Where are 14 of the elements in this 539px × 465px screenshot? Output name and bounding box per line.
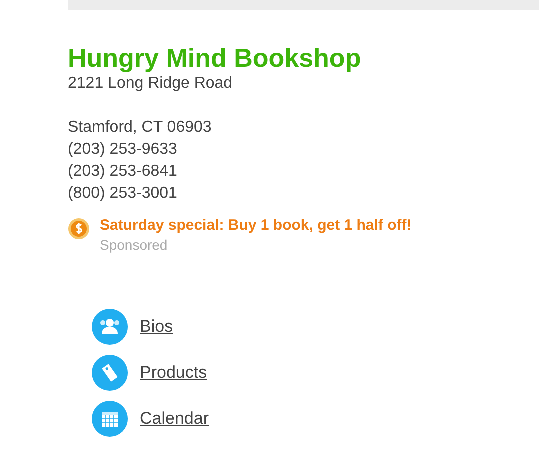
phone-number: (203) 253-9633 [68, 140, 178, 160]
nav-link[interactable]: Bios [140, 317, 174, 337]
tag-icon[interactable] [92, 355, 128, 391]
address-line: Stamford, CT 06903 [68, 118, 213, 138]
calendar-icon[interactable] [92, 401, 128, 437]
coin-icon [68, 218, 90, 240]
people-icon[interactable] [92, 309, 128, 345]
phone-number: (203) 253-6841 [68, 162, 178, 182]
phone-number: (800) 253-3001 [68, 184, 178, 204]
sponsored-label: Sponsored [100, 236, 169, 255]
nav-link[interactable]: Calendar [140, 409, 209, 429]
address-line: 2121 Long Ridge Road [68, 74, 234, 94]
nav-link[interactable]: Products [140, 363, 208, 383]
business-name: Hungry Mind Bookshop [68, 43, 362, 73]
